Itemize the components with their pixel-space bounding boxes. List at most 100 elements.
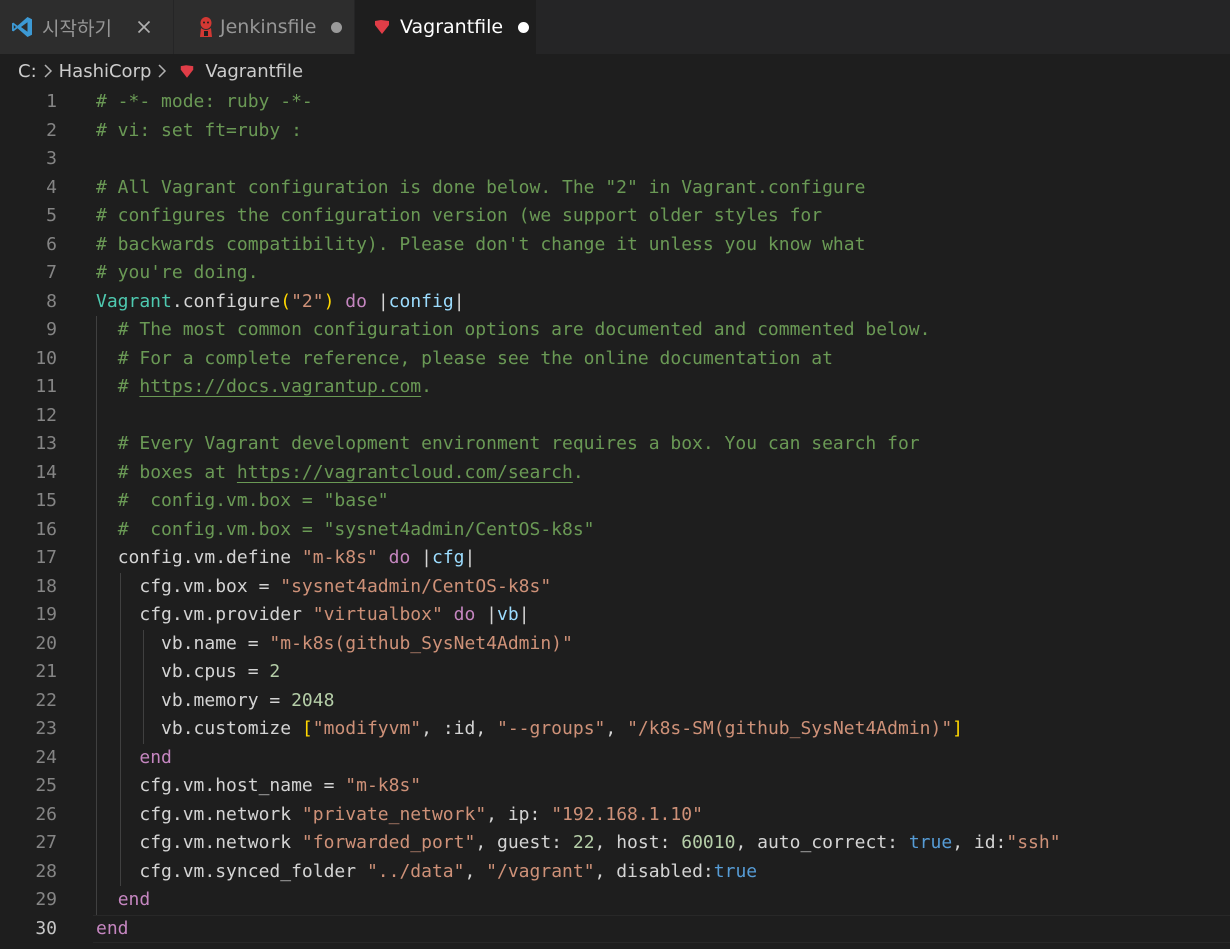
token-comment: # boxes at bbox=[117, 461, 237, 483]
tab-jenkinsfile[interactable]: Jenkinsfile bbox=[174, 0, 355, 54]
close-icon[interactable] bbox=[133, 16, 155, 38]
code-line[interactable]: 26 cfg.vm.network "private_network", ip:… bbox=[0, 800, 1230, 829]
token-pipe: | bbox=[486, 604, 498, 625]
code-line[interactable]: 5 # configures the configuration version … bbox=[0, 202, 1230, 231]
line-number: 25 bbox=[35, 775, 57, 796]
code-line[interactable]: 17 config.vm.define "m-k8s" do |cfg| bbox=[0, 544, 1230, 573]
code-line[interactable]: 25 cfg.vm.host_name = "m-k8s" bbox=[0, 772, 1230, 801]
line-number: 17 bbox=[35, 547, 57, 568]
code-text: cfg.vm.network "forwarded_port", guest: … bbox=[57, 829, 1230, 858]
code-text: # backwards compatibility). Please don't… bbox=[57, 231, 1230, 260]
token-bool: true bbox=[908, 832, 953, 853]
code-line[interactable]: 23 vb.customize ["modifyvm", :id, "--gro… bbox=[0, 715, 1230, 744]
token-default: config.vm.define bbox=[117, 547, 302, 568]
code-text: # vi: set ft=ruby : bbox=[57, 117, 1230, 146]
code-text: end bbox=[57, 886, 1230, 915]
code-line[interactable]: 27 cfg.vm.network "forwarded_port", gues… bbox=[0, 829, 1230, 858]
code-line[interactable]: 6 # backwards compatibility). Please don'… bbox=[0, 231, 1230, 260]
indent-guide bbox=[119, 686, 121, 715]
vscode-window: 시작하기 Jenkinsfile Vagrantfile C: HashiCor… bbox=[0, 0, 1230, 949]
unsaved-dot[interactable] bbox=[512, 16, 534, 38]
token-default: vb.memory = bbox=[161, 689, 292, 711]
tab-welcome[interactable]: 시작하기 bbox=[0, 0, 174, 54]
code-line[interactable]: 1 # -*- mode: ruby -*- bbox=[0, 88, 1230, 117]
indent-guide bbox=[96, 658, 97, 687]
chevron-right-icon bbox=[157, 64, 167, 78]
token-link[interactable]: https://docs.vagrantup.com bbox=[139, 376, 421, 397]
code-line[interactable]: 15 # config.vm.box = "base" bbox=[0, 487, 1230, 516]
code-line[interactable]: 7 # you're doing. bbox=[0, 259, 1230, 288]
token-string: "m-k8s(github_SysNet4Admin)" bbox=[269, 632, 573, 654]
code-line[interactable]: 2 # vi: set ft=ruby : bbox=[0, 117, 1230, 146]
indent-guide bbox=[143, 715, 144, 744]
code-line[interactable]: 24 end bbox=[0, 743, 1230, 772]
line-number: 27 bbox=[35, 832, 57, 853]
vagrant-icon bbox=[179, 64, 195, 79]
line-number: 7 bbox=[46, 262, 57, 283]
tab-vagrantfile[interactable]: Vagrantfile bbox=[355, 0, 537, 54]
code-line[interactable]: 9 # The most common configuration option… bbox=[0, 316, 1230, 345]
code-line[interactable]: 3 bbox=[0, 145, 1230, 174]
token-number: 2 bbox=[269, 661, 281, 682]
token-default: cfg.vm.provider bbox=[139, 604, 313, 625]
code-line[interactable]: 13 # Every Vagrant development environme… bbox=[0, 430, 1230, 459]
token-string: "modifyvm" bbox=[312, 718, 422, 739]
token-number: 60010 bbox=[681, 832, 736, 853]
token-comment: # The most common configuration options … bbox=[117, 319, 931, 340]
token-comment: # All Vagrant configuration is done belo… bbox=[96, 176, 866, 198]
line-number: 8 bbox=[46, 290, 57, 312]
code-line[interactable]: 14 # boxes at https://vagrantcloud.com/s… bbox=[0, 458, 1230, 487]
code-line[interactable]: 20 vb.name = "m-k8s(github_SysNet4Admin)… bbox=[0, 629, 1230, 658]
code-editor[interactable]: 1 # -*- mode: ruby -*- 2 # vi: set ft=ruby … bbox=[0, 88, 1230, 949]
vscode-icon bbox=[10, 15, 34, 39]
line-number: 13 bbox=[35, 433, 57, 454]
indent-guide bbox=[96, 430, 97, 459]
token-default: cfg.vm.synced_folder bbox=[139, 860, 367, 882]
token-comment: # config.vm.box = "sysnet4admin/CentOS-k… bbox=[117, 518, 595, 540]
code-line[interactable]: 29 end bbox=[0, 886, 1230, 915]
code-line[interactable]: 21 vb.cpus = 2 bbox=[0, 658, 1230, 687]
line-number: 15 bbox=[35, 490, 57, 511]
line-number: 19 bbox=[35, 604, 57, 625]
code-line[interactable]: 4 # All Vagrant configuration is done bel… bbox=[0, 174, 1230, 203]
line-number: 20 bbox=[35, 632, 57, 654]
code-line[interactable]: 28 cfg.vm.synced_folder "../data", "/vag… bbox=[0, 857, 1230, 886]
code-line[interactable]: 16 # config.vm.box = "sysnet4admin/CentO… bbox=[0, 515, 1230, 544]
indent-guide bbox=[119, 829, 121, 858]
token-link[interactable]: https://vagrantcloud.com/search bbox=[237, 462, 573, 483]
code-text: # https://docs.vagrantup.com. bbox=[57, 373, 1230, 402]
code-text: end bbox=[57, 743, 1230, 772]
breadcrumb: C: HashiCorp Vagrantfile bbox=[0, 54, 1230, 88]
code-line[interactable]: 11 # https://docs.vagrantup.com. bbox=[0, 373, 1230, 402]
code-line[interactable]: 8 Vagrant.configure("2") do |config| bbox=[0, 288, 1230, 317]
token-param: cfg bbox=[432, 547, 465, 568]
token-default bbox=[410, 547, 421, 568]
breadcrumb-file[interactable]: Vagrantfile bbox=[205, 61, 303, 82]
line-number: 3 bbox=[46, 148, 57, 169]
token-comment: # you're doing. bbox=[96, 262, 259, 283]
token-default: , ip: bbox=[486, 803, 552, 825]
token-string: "/k8s-SM(github_SysNet4Admin)" bbox=[627, 718, 953, 739]
line-number: 12 bbox=[35, 404, 57, 426]
code-line[interactable]: 22 vb.memory = 2048 bbox=[0, 686, 1230, 715]
code-text: cfg.vm.network "private_network", ip: "1… bbox=[57, 800, 1230, 829]
code-line[interactable]: 19 cfg.vm.provider "virtualbox" do |vb| bbox=[0, 601, 1230, 630]
token-default: cfg.vm.box = bbox=[139, 575, 281, 597]
breadcrumb-folder[interactable]: HashiCorp bbox=[59, 61, 152, 82]
breadcrumb-drive[interactable]: C: bbox=[18, 61, 37, 82]
token-comment: # vi: set ft=ruby : bbox=[96, 119, 302, 141]
line-number: 16 bbox=[35, 518, 57, 540]
code-text: cfg.vm.host_name = "m-k8s" bbox=[57, 772, 1230, 801]
indent-guide bbox=[96, 800, 97, 829]
code-line[interactable]: 12 bbox=[0, 401, 1230, 430]
code-line[interactable]: 18 cfg.vm.box = "sysnet4admin/CentOS-k8s… bbox=[0, 572, 1230, 601]
unsaved-dot[interactable] bbox=[326, 16, 348, 38]
token-default bbox=[378, 547, 389, 568]
token-string: "192.168.1.10" bbox=[551, 803, 703, 825]
code-line[interactable]: 10 # For a complete reference, please se… bbox=[0, 344, 1230, 373]
code-text: vb.cpus = 2 bbox=[57, 658, 1230, 687]
token-comment: # -*- mode: ruby -*- bbox=[96, 91, 313, 112]
line-number: 2 bbox=[46, 119, 57, 141]
code-line[interactable]: 30 end bbox=[0, 914, 1230, 944]
token-string: "--groups" bbox=[497, 718, 606, 739]
